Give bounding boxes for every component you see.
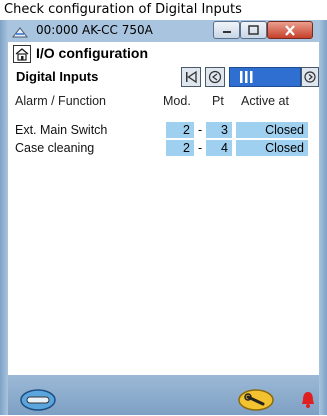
previous-page-button[interactable]	[205, 67, 225, 87]
column-header-point: Pt	[212, 94, 224, 108]
first-page-button[interactable]	[181, 67, 201, 87]
caption-text: Check configuration of Digital Inputs	[0, 0, 327, 20]
column-header-function: Alarm / Function	[15, 94, 107, 108]
module-point-separator: -	[198, 141, 203, 155]
row-label: Ext. Main Switch	[15, 123, 108, 137]
section-title: Digital Inputs	[16, 69, 99, 84]
wrench-icon	[238, 389, 274, 411]
next-page-button[interactable]	[301, 67, 319, 87]
column-header-active: Active at	[241, 94, 289, 108]
alarm-bell-icon[interactable]	[300, 390, 316, 410]
active-cell[interactable]: Closed	[236, 122, 308, 138]
page-title: I/O configuration	[36, 45, 148, 61]
row-label: Case cleaning	[15, 141, 95, 155]
next-page-icon	[304, 71, 316, 83]
service-button[interactable]	[236, 388, 276, 412]
scroll-thumb-icon	[240, 71, 253, 83]
column-header-module: Mod.	[163, 94, 191, 108]
window-titlebar[interactable]: 00:000 AK-CC 750A	[0, 20, 327, 42]
module-point-separator: -	[198, 123, 203, 137]
app-icon	[11, 24, 29, 38]
page-scrollbar[interactable]	[229, 67, 301, 87]
point-cell[interactable]: 3	[206, 122, 232, 138]
window-title: 00:000 AK-CC 750A	[36, 23, 153, 37]
first-page-icon	[186, 70, 197, 84]
maximize-button[interactable]	[240, 21, 267, 39]
home-button[interactable]	[13, 45, 31, 63]
home-icon	[15, 48, 29, 61]
point-cell[interactable]: 4	[206, 140, 232, 156]
module-cell[interactable]: 2	[166, 122, 194, 138]
client-area: I/O configuration Digital Inputs Alarm /…	[8, 42, 319, 415]
menu-button[interactable]	[18, 388, 58, 412]
module-cell[interactable]: 2	[166, 140, 194, 156]
app-window: 00:000 AK-CC 750A I/O configuration Digi…	[0, 20, 327, 415]
close-button[interactable]	[267, 21, 313, 39]
minimize-button[interactable]	[213, 21, 240, 39]
screen-header: I/O configuration	[8, 42, 319, 66]
previous-page-icon	[208, 70, 222, 84]
menu-capsule-icon	[20, 389, 56, 411]
active-cell[interactable]: Closed	[236, 140, 308, 156]
